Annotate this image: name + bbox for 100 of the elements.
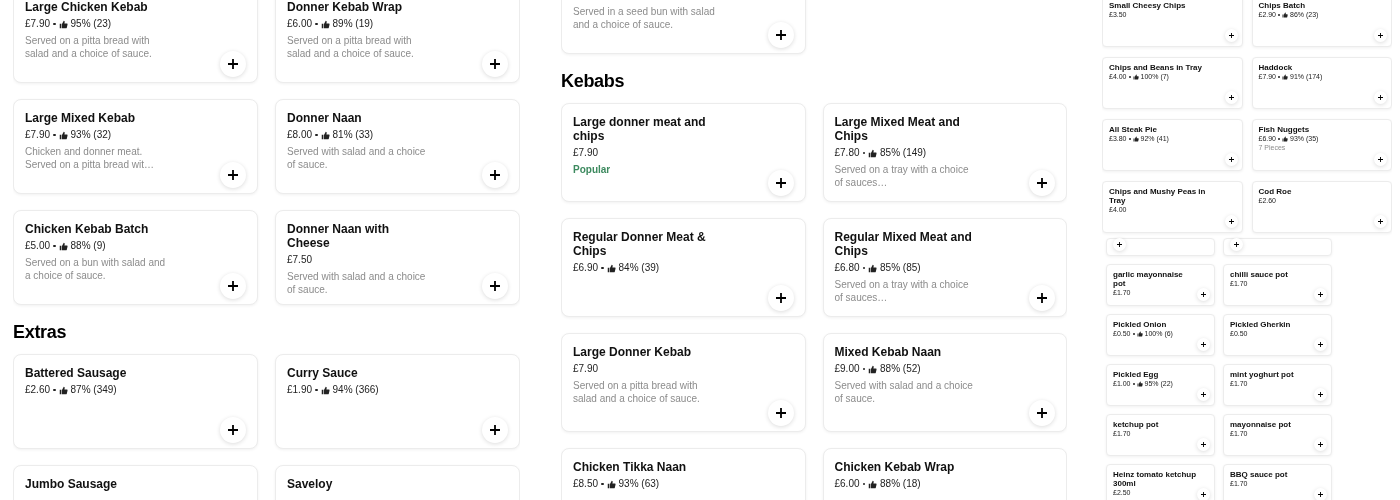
add-button[interactable]: [1197, 388, 1210, 401]
menu-card[interactable]: Battered Sausage £2.60 87% (349): [13, 354, 258, 449]
add-button[interactable]: [767, 285, 794, 311]
add-button[interactable]: [1224, 29, 1238, 42]
add-button[interactable]: [1314, 388, 1327, 401]
add-button[interactable]: [1314, 438, 1327, 451]
add-button[interactable]: [1314, 488, 1327, 500]
thumbs-up-icon: [1132, 136, 1139, 142]
item-title: Small Cheesy Chips: [1109, 1, 1187, 10]
add-button[interactable]: [220, 273, 246, 299]
add-button[interactable]: [1230, 238, 1243, 251]
add-button[interactable]: [767, 170, 794, 196]
plus-icon: [1318, 342, 1323, 347]
item-title: mint yoghurt pot: [1230, 370, 1295, 379]
add-button[interactable]: [767, 400, 794, 426]
menu-card[interactable]: Saveloy: [275, 465, 520, 500]
add-button[interactable]: [1374, 215, 1387, 228]
add-button[interactable]: [1314, 288, 1327, 301]
add-button[interactable]: [1197, 438, 1210, 451]
item-price: £6.90: [573, 262, 599, 274]
menu-card[interactable]: Chicken Kebab Batch £5.00 88% (9) Served on a bun with salad and a choice of sauce.: [13, 210, 258, 305]
menu-card[interactable]: Jumbo Sausage: [13, 465, 258, 500]
menu-card[interactable]: Regular Donner Meat & Chips £6.90 84% (39): [561, 218, 806, 317]
menu-card[interactable]: Served in a seed bun with salad and a choice of sauce.: [561, 0, 806, 54]
item-rating: 81% (33): [332, 129, 374, 141]
add-button[interactable]: [1029, 170, 1055, 196]
item-price: £2.60: [25, 384, 51, 396]
item-title: Large donner meat and chips: [573, 115, 707, 143]
plus-icon: [775, 408, 786, 418]
menu-card[interactable]: Chicken Tikka Naan £8.50 93% (63): [561, 448, 806, 500]
plus-icon: [1228, 157, 1234, 162]
item-title: Large Mixed Kebab: [25, 111, 137, 125]
add-button[interactable]: [482, 162, 508, 188]
add-button[interactable]: [1197, 338, 1210, 351]
add-button[interactable]: [1314, 338, 1327, 351]
menu-card[interactable]: Curry Sauce £1.90 94% (366): [275, 354, 520, 449]
add-button[interactable]: [1374, 153, 1387, 166]
add-button[interactable]: [1224, 153, 1238, 166]
item-title: Pickled Egg: [1113, 370, 1160, 379]
item-title: Chips and Mushy Peas in Tray: [1109, 187, 1207, 205]
item-rating: 85% (85): [880, 262, 921, 274]
plus-icon: [228, 59, 238, 69]
menu-card[interactable]: Donner Naan with Cheese £7.50 Served with salad and a choice of sauce.: [275, 210, 520, 305]
menu-card[interactable]: Large Mixed Kebab £7.90 93% (32) Chicken and donner meat. Served on a pitta bread wit…: [13, 99, 258, 194]
menu-card[interactable]: Mixed Kebab Naan £9.00 88% (52) Served with salad and a choice of sauce.: [822, 333, 1067, 432]
item-title: Chicken Tikka Naan: [573, 460, 688, 474]
item-rating: 88% (18): [880, 478, 921, 490]
separator-dot: [601, 266, 604, 270]
item-description: Served on a tray with a choice of sauces…: [834, 278, 970, 304]
section-heading: Extras: [13, 321, 68, 343]
add-button[interactable]: [220, 162, 246, 188]
item-rating: 89% (19): [332, 18, 374, 30]
add-button[interactable]: [1029, 285, 1055, 311]
add-button[interactable]: [220, 417, 246, 443]
item-price: £5.00: [25, 240, 51, 252]
item-description: Served on a pitta bread with salad and a choice of sauce.: [573, 379, 701, 405]
separator-dot: [53, 388, 56, 392]
plus-icon: [1378, 33, 1383, 38]
add-button[interactable]: [1224, 91, 1238, 104]
thumbs-up-icon: [868, 148, 878, 158]
add-button[interactable]: [1197, 288, 1210, 301]
item-price: £7.90: [573, 363, 599, 375]
add-button[interactable]: [482, 51, 508, 77]
menu-card[interactable]: Large Mixed Meat and Chips £7.80 85% (149) Served on a tray with a choice of sauces…: [822, 103, 1067, 202]
menu-card[interactable]: Donner Kebab Wrap £6.00 89% (19) Served on a pitta bread with salad and a choice of sauce.: [275, 0, 520, 83]
add-button[interactable]: [482, 417, 508, 443]
item-rating: 94% (366): [332, 384, 379, 396]
menu-card[interactable]: Regular Mixed Meat and Chips £6.80 85% (85) Served on a tray with a choice of sauces…: [822, 218, 1067, 317]
item-title: Pickled Onion: [1113, 320, 1168, 329]
plus-icon: [1318, 442, 1323, 447]
item-title: Large Chicken Kebab: [25, 0, 149, 14]
plus-icon: [775, 178, 786, 188]
add-button[interactable]: [1224, 215, 1238, 228]
add-button[interactable]: [482, 273, 508, 299]
add-button[interactable]: [767, 22, 794, 48]
item-rating: 84% (39): [618, 262, 660, 274]
add-button[interactable]: [1029, 400, 1055, 426]
item-description: Chicken and donner meat. Served on a pitta bread wit…: [25, 145, 155, 171]
thumbs-up-icon: [868, 364, 878, 374]
item-description: Served on a tray with a choice of sauces…: [834, 163, 970, 189]
plus-icon: [1228, 219, 1234, 224]
thumbs-up-icon: [1136, 331, 1143, 337]
add-button[interactable]: [1374, 29, 1387, 42]
item-title: Donner Naan: [287, 111, 363, 125]
menu-card[interactable]: Large Chicken Kebab £7.90 95% (23) Served on a pitta bread with salad and a choice of sauce.: [13, 0, 258, 83]
item-title: Large Donner Kebab: [573, 345, 693, 359]
thumbs-up-icon: [1132, 74, 1139, 80]
plus-icon: [1318, 492, 1323, 497]
thumbs-up-icon: [868, 263, 878, 273]
item-title: Curry Sauce: [287, 366, 359, 380]
item-rating: 88% (52): [880, 363, 921, 375]
plus-icon: [1037, 178, 1047, 188]
menu-card[interactable]: Donner Naan £8.00 81% (33) Served with salad and a choice of sauce.: [275, 99, 520, 194]
menu-card[interactable]: Large donner meat and chips £7.90 Popular: [561, 103, 806, 202]
add-button[interactable]: [1113, 238, 1126, 251]
menu-card[interactable]: Chicken Kebab Wrap £6.00 88% (18): [822, 448, 1067, 500]
add-button[interactable]: [220, 51, 246, 77]
add-button[interactable]: [1374, 91, 1387, 104]
menu-card[interactable]: Large Donner Kebab £7.90 Served on a pitta bread with salad and a choice of sauce.: [561, 333, 806, 432]
add-button[interactable]: [1197, 488, 1210, 500]
